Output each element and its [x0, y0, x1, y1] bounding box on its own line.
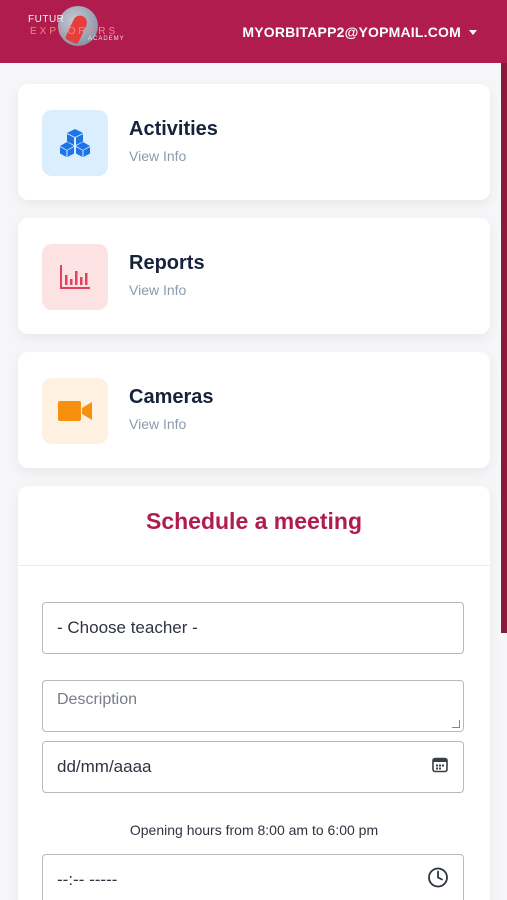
time-placeholder: --:-- ----- — [57, 870, 118, 889]
date-placeholder: dd/mm/aaaa — [57, 757, 152, 776]
description-placeholder: Description — [57, 691, 138, 708]
side-scroll-indicator — [501, 63, 507, 633]
card-title: Reports — [129, 252, 205, 274]
schedule-title: Schedule a meeting — [145, 508, 362, 534]
teacher-select-value: - Choose teacher - — [57, 618, 198, 637]
description-field[interactable]: Description — [42, 680, 464, 732]
panel-divider — [18, 565, 490, 566]
calendar-icon[interactable] — [431, 756, 449, 779]
card-view-info[interactable]: View Info — [129, 282, 186, 298]
time-input[interactable]: --:-- ----- — [42, 854, 464, 900]
card-view-info[interactable]: View Info — [129, 148, 186, 164]
resize-handle-icon[interactable] — [452, 720, 460, 728]
opening-hours-note: Opening hours from 8:00 am to 6:00 pm — [129, 822, 379, 838]
top-navbar: FUTUR EXPLORERS ACADEMY MYORBITAPP2@YOPM… — [0, 0, 507, 63]
activities-icon-box — [42, 110, 108, 176]
caret-down-icon — [469, 29, 477, 35]
card-view-info[interactable]: View Info — [129, 416, 186, 432]
cubes-icon — [60, 129, 90, 157]
activities-card[interactable]: Activities View Info — [18, 84, 490, 200]
logo-text-line3: ACADEMY — [88, 36, 125, 42]
academy-logo[interactable]: FUTUR EXPLORERS ACADEMY — [28, 6, 125, 56]
user-email: MYORBITAPP2@YOPMAIL.COM — [242, 24, 461, 40]
clock-icon[interactable] — [427, 867, 449, 894]
date-input[interactable]: dd/mm/aaaa — [42, 741, 464, 793]
reports-card[interactable]: Reports View Info — [18, 218, 490, 334]
card-title: Cameras — [129, 386, 214, 408]
logo-text-line1: FUTUR — [28, 14, 65, 25]
video-camera-icon — [58, 401, 92, 421]
bar-chart-icon — [60, 265, 90, 289]
reports-icon-box — [42, 244, 108, 310]
teacher-select[interactable]: - Choose teacher - — [42, 602, 464, 654]
user-menu-dropdown[interactable]: MYORBITAPP2@YOPMAIL.COM — [242, 24, 477, 40]
cameras-icon-box — [42, 378, 108, 444]
cameras-card[interactable]: Cameras View Info — [18, 352, 490, 468]
card-title: Activities — [129, 118, 218, 140]
schedule-meeting-panel: Schedule a meeting - Choose teacher - De… — [18, 486, 490, 900]
